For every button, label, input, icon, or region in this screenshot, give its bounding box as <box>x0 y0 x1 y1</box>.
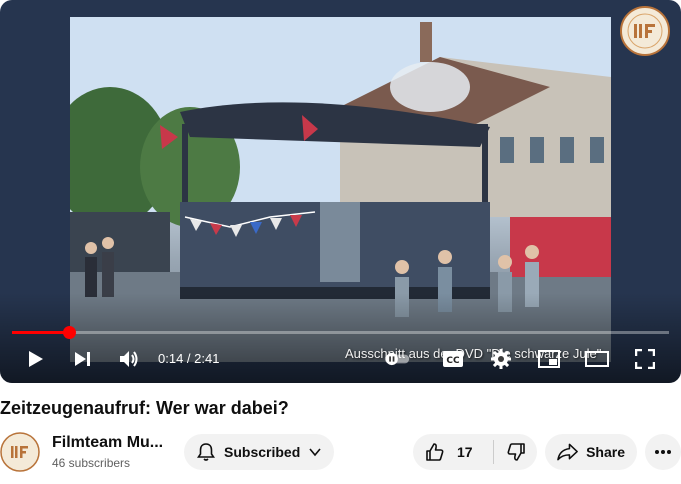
like-dislike-group: 17 <box>413 434 537 470</box>
video-title: Zeitzeugenaufruf: Wer war dabei? <box>0 398 289 418</box>
next-icon <box>75 352 90 366</box>
share-icon <box>557 443 578 461</box>
gear-icon <box>491 349 511 369</box>
miniplayer-button[interactable] <box>536 346 562 372</box>
channel-avatar-icon <box>0 432 40 472</box>
fullscreen-icon <box>635 349 655 369</box>
channel-name[interactable]: Filmteam Mu... <box>52 434 163 452</box>
autoplay-toggle[interactable] <box>384 346 410 372</box>
duration: 2:41 <box>194 351 220 366</box>
dislike-button[interactable] <box>494 434 537 470</box>
autoplay-toggle-icon <box>384 352 410 366</box>
thumbs-up-icon <box>426 443 444 461</box>
subscribed-button[interactable]: Subscribed <box>184 434 334 470</box>
volume-icon <box>120 351 138 367</box>
more-icon <box>655 450 671 454</box>
time-separator: / <box>183 351 195 366</box>
captions-button[interactable]: CC <box>440 346 466 372</box>
bell-icon <box>197 443 215 461</box>
fullscreen-button[interactable] <box>632 346 658 372</box>
play-icon <box>29 351 43 367</box>
current-time: 0:14 <box>158 351 184 366</box>
share-label: Share <box>586 444 625 460</box>
thumbs-down-icon <box>507 443 525 461</box>
share-button[interactable]: Share <box>545 434 637 470</box>
more-actions-button[interactable] <box>645 434 681 470</box>
like-button[interactable]: 17 <box>413 434 493 470</box>
settings-button[interactable] <box>488 346 514 372</box>
controls-gradient <box>0 293 681 383</box>
subscriber-count: 46 subscribers <box>52 456 131 470</box>
theater-mode-button[interactable] <box>584 346 610 372</box>
svg-text:CC: CC <box>446 356 460 366</box>
cc-icon: CC <box>443 351 463 367</box>
play-button[interactable] <box>22 346 48 372</box>
subscribed-label: Subscribed <box>224 444 301 460</box>
like-count: 17 <box>457 444 473 460</box>
video-player[interactable]: 0:14 / 2:41 Ausschnitt aus der DVD "Die … <box>0 0 681 383</box>
channel-watermark[interactable] <box>620 6 670 56</box>
miniplayer-icon <box>538 350 560 368</box>
next-button[interactable] <box>69 346 95 372</box>
chevron-down-icon <box>309 448 321 457</box>
progress-played <box>12 331 70 334</box>
progress-bar[interactable] <box>12 326 669 339</box>
theater-icon <box>585 351 609 367</box>
time-display: 0:14 / 2:41 <box>158 351 219 366</box>
channel-avatar[interactable] <box>0 432 40 472</box>
channel-logo-icon <box>620 6 670 56</box>
volume-button[interactable] <box>116 346 142 372</box>
